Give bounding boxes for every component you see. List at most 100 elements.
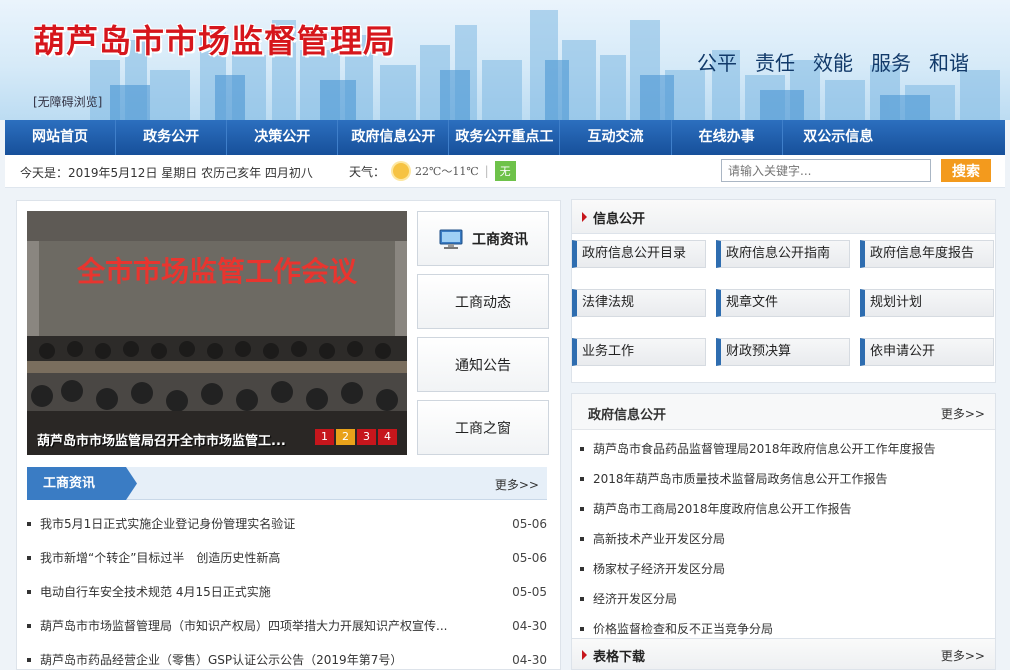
slogan: 和谐 <box>929 51 969 75</box>
gov-info-item[interactable]: 杨家杖子经济开发区分局 <box>593 554 725 584</box>
tab-business-news[interactable]: 工商资讯 <box>417 211 549 266</box>
tab-business-window[interactable]: 工商之窗 <box>417 400 549 455</box>
bullet-icon <box>580 447 584 451</box>
info-btn-guide[interactable]: 政府信息公开指南 <box>716 240 850 268</box>
site-header: 葫芦岛市市场监督管理局 [无障碍浏览] 公平 责任 效能 服务 和谐 <box>0 0 1010 120</box>
bullet-icon <box>580 477 584 481</box>
nav-item-decision-disclosure[interactable]: 决策公开 <box>227 120 339 155</box>
list-item[interactable]: 葫芦岛市市场监督管理局（市知识产权局）四项举措大力开展知识产权宣传... 04-3… <box>27 609 547 643</box>
tab-label: 工商资讯 <box>472 231 528 248</box>
bullet-icon <box>27 556 31 560</box>
search-input[interactable] <box>721 159 931 182</box>
bullet-icon <box>580 627 584 631</box>
info-btn-budget[interactable]: 财政预决算 <box>716 338 850 366</box>
tab-notices[interactable]: 通知公告 <box>417 337 549 392</box>
sun-icon <box>393 163 410 179</box>
news-date: 05-06 <box>512 551 547 565</box>
accessible-browse-link[interactable]: [无障碍浏览] <box>33 93 102 110</box>
info-public-title: 信息公开 <box>593 212 646 227</box>
news-category-tabs: 工商资讯 工商动态 通知公告 工商之窗 <box>417 211 549 463</box>
bullet-icon <box>580 537 584 541</box>
bullet-icon <box>27 658 31 662</box>
slider-page-button[interactable]: 3 <box>357 429 376 445</box>
meeting-photo: 全市市场监管工作会议 <box>27 211 407 455</box>
info-btn-laws[interactable]: 法律法规 <box>572 289 706 317</box>
weather-divider: | <box>484 164 489 178</box>
bullet-icon <box>580 567 584 571</box>
temperature: 22℃～11℃ <box>415 165 479 178</box>
info-public-box: 信息公开 政府信息公开目录 政府信息公开指南 政府信息年度报告 法律法规 规章文… <box>571 199 996 383</box>
gov-info-box: 政府信息公开 更多>> 葫芦岛市食品药品监督管理局2018年政府信息公开工作年度… <box>571 393 996 670</box>
nav-item-key-work[interactable]: 政务公开重点工作 <box>449 120 561 180</box>
slider-pagination: 1 2 3 4 <box>315 429 397 445</box>
news-title[interactable]: 我市新增“个转企”目标过半 创造历史性新高 <box>40 541 280 575</box>
info-bar: 今天是：2019年5月12日 星期日 农历己亥年 四月初八 天气： 22℃～11… <box>5 155 1005 188</box>
air-quality-badge: 无 <box>494 161 516 181</box>
nav-item-government-affairs[interactable]: 政务公开 <box>116 120 228 155</box>
news-date: 05-05 <box>512 585 547 599</box>
news-title[interactable]: 我市5月1日正式实施企业登记身份管理实名验证 <box>40 507 295 541</box>
arrow-right-icon <box>582 650 587 660</box>
news-section-header: 工商资讯 更多>> <box>27 467 547 500</box>
search-button[interactable]: 搜索 <box>941 159 991 182</box>
bullet-icon <box>580 597 584 601</box>
gov-info-item[interactable]: 2018年葫芦岛市质量技术监督局政务信息公开工作报告 <box>593 464 888 494</box>
monitor-icon <box>439 229 463 249</box>
downloads-title: 表格下载 <box>593 650 646 665</box>
bullet-icon <box>27 624 31 628</box>
nav-item-gov-info-disclosure[interactable]: 政府信息公开 <box>338 120 450 155</box>
bullet-icon <box>27 590 31 594</box>
news-date: 04-30 <box>512 653 547 667</box>
arrow-right-icon <box>582 212 587 222</box>
gov-info-more-link[interactable]: 更多>> <box>941 405 985 422</box>
news-title[interactable]: 葫芦岛市药品经营企业（零售）GSP认证公示公告（2019年第7号） <box>40 643 402 670</box>
info-btn-on-request[interactable]: 依申请公开 <box>860 338 994 366</box>
downloads-more-link[interactable]: 更多>> <box>941 647 985 664</box>
tab-business-dynamics[interactable]: 工商动态 <box>417 274 549 329</box>
left-panel: 全市市场监管工作会议 葫芦岛市市场监管局召开全市市场监管工... 1 2 3 4… <box>16 200 561 670</box>
gov-info-title: 政府信息公开 <box>588 408 667 423</box>
info-btn-business[interactable]: 业务工作 <box>572 338 706 366</box>
gov-info-item[interactable]: 高新技术产业开发区分局 <box>593 524 725 554</box>
bullet-icon <box>580 507 584 511</box>
info-public-header: 信息公开 <box>572 200 995 234</box>
slogan: 责任 <box>755 51 795 75</box>
slider-page-button[interactable]: 4 <box>378 429 397 445</box>
downloads-header: 表格下载 更多>> <box>571 638 996 670</box>
info-btn-catalog[interactable]: 政府信息公开目录 <box>572 240 706 268</box>
list-item[interactable]: 我市新增“个转企”目标过半 创造历史性新高 05-06 <box>27 541 547 575</box>
slogans: 公平 责任 效能 服务 和谐 <box>697 47 987 76</box>
current-date: 今天是：2019年5月12日 星期日 农历己亥年 四月初八 <box>20 166 313 180</box>
news-more-link[interactable]: 更多>> <box>495 476 539 493</box>
news-section-title: 工商资讯 <box>27 467 137 500</box>
gov-info-item[interactable]: 葫芦岛市工商局2018年度政府信息公开工作报告 <box>593 494 852 524</box>
nav-item-home[interactable]: 网站首页 <box>5 120 117 155</box>
news-title[interactable]: 电动自行车安全技术规范 4月15日正式实施 <box>40 575 271 609</box>
bullet-icon <box>27 522 31 526</box>
slider-page-button-active[interactable]: 2 <box>336 429 355 445</box>
slogan: 公平 <box>697 51 737 75</box>
gov-info-item[interactable]: 葫芦岛市食品药品监督管理局2018年政府信息公开工作年度报告 <box>593 434 936 464</box>
photo-slider[interactable]: 全市市场监管工作会议 葫芦岛市市场监管局召开全市市场监管工... 1 2 3 4 <box>27 211 407 455</box>
gov-info-item[interactable]: 经济开发区分局 <box>593 584 677 614</box>
weather-label: 天气： <box>349 164 386 179</box>
main-nav: 网站首页 政务公开 决策公开 政府信息公开 政务公开重点工作 互动交流 在线办事… <box>5 120 1005 180</box>
slogan: 效能 <box>813 51 853 75</box>
news-title[interactable]: 葫芦岛市市场监督管理局（市知识产权局）四项举措大力开展知识产权宣传... <box>40 609 447 643</box>
info-btn-planning[interactable]: 规划计划 <box>860 289 994 317</box>
list-item[interactable]: 葫芦岛市药品经营企业（零售）GSP认证公示公告（2019年第7号） 04-30 <box>27 643 547 670</box>
info-btn-annual-report[interactable]: 政府信息年度报告 <box>860 240 994 268</box>
nav-item-dual-publicity[interactable]: 双公示信息 <box>783 120 894 155</box>
list-item[interactable]: 电动自行车安全技术规范 4月15日正式实施 05-05 <box>27 575 547 609</box>
news-date: 05-06 <box>512 517 547 531</box>
nav-item-online-services[interactable]: 在线办事 <box>672 120 783 155</box>
slider-page-button[interactable]: 1 <box>315 429 334 445</box>
gov-info-header: 政府信息公开 更多>> <box>572 394 995 430</box>
news-list: 我市5月1日正式实施企业登记身份管理实名验证 05-06 我市新增“个转企”目标过… <box>27 507 547 670</box>
info-btn-regulations[interactable]: 规章文件 <box>716 289 850 317</box>
list-item[interactable]: 我市5月1日正式实施企业登记身份管理实名验证 05-06 <box>27 507 547 541</box>
nav-item-interaction[interactable]: 互动交流 <box>560 120 672 155</box>
slogan: 服务 <box>871 51 911 75</box>
news-date: 04-30 <box>512 619 547 633</box>
slider-caption[interactable]: 葫芦岛市市场监管局召开全市市场监管工... <box>37 430 286 449</box>
